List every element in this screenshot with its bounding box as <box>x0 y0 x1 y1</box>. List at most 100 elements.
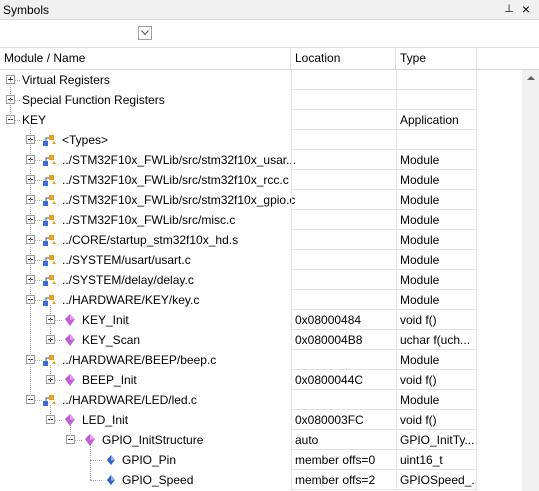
vertical-scrollbar[interactable] <box>522 70 539 491</box>
symbol-location: 0x0800044C <box>291 370 396 390</box>
chevron-down-icon <box>141 30 149 36</box>
symbol-location <box>291 170 396 190</box>
module-icon <box>42 232 58 248</box>
symbol-name: ../HARDWARE/BEEP/beep.c <box>62 353 217 367</box>
symbol-type: Module <box>396 210 477 230</box>
title-bar: Symbols ⊥ × <box>0 0 539 20</box>
tree-guide-line <box>50 405 51 420</box>
symbol-type: Module <box>396 350 477 370</box>
symbol-name: GPIO_Speed <box>122 473 194 487</box>
tree-row[interactable]: ../HARDWARE/LED/led.c Module <box>0 390 522 410</box>
tree-guide-line <box>30 200 31 220</box>
module-icon <box>42 192 58 208</box>
tree-guide-line <box>10 100 11 120</box>
tree-row[interactable]: Special Function Registers <box>0 90 522 110</box>
tree-guide-line <box>30 160 31 180</box>
tree-guide-line <box>30 125 31 140</box>
tree-row[interactable]: BEEP_Init 0x0800044C void f() <box>0 370 522 390</box>
member-icon <box>102 472 118 488</box>
symbol-location <box>291 110 396 130</box>
symbol-location <box>291 70 396 90</box>
symbol-location: member offs=0 <box>291 450 396 470</box>
tree-row[interactable]: ../CORE/startup_stm32f10x_hd.s Module <box>0 230 522 250</box>
symbol-location: member offs=2 <box>291 470 396 490</box>
symbol-location <box>291 210 396 230</box>
tree-guide-line <box>70 425 71 440</box>
symbol-location <box>291 250 396 270</box>
tree-connector <box>90 480 102 481</box>
tree-guide-line <box>30 360 31 400</box>
symbol-type <box>396 130 477 150</box>
symbol-name: GPIO_Pin <box>122 453 177 467</box>
tree-row[interactable]: KEY Application <box>0 110 522 130</box>
filter-bar <box>0 20 539 48</box>
column-header-name[interactable]: Module / Name <box>0 48 291 69</box>
module-icon <box>42 172 58 188</box>
module-icon <box>42 132 58 148</box>
symbol-name: GPIO_InitStructure <box>102 433 204 447</box>
column-header: Module / Name Location Type <box>0 48 539 70</box>
symbol-name: ../STM32F10x_FWLib/src/misc.c <box>62 213 236 227</box>
tree-guide-line <box>30 260 31 280</box>
tree-row[interactable]: GPIO_Pin member offs=0 uint16_t <box>0 450 522 470</box>
tree-row[interactable]: ../SYSTEM/delay/delay.c Module <box>0 270 522 290</box>
symbol-location: 0x080004B8 <box>291 330 396 350</box>
symbol-name: Virtual Registers <box>22 73 110 87</box>
symbol-location: auto <box>291 430 396 450</box>
tree-row[interactable]: Virtual Registers <box>0 70 522 90</box>
tree-row[interactable]: GPIO_Speed member offs=2 GPIOSpeed_... <box>0 470 522 490</box>
symbols-tree: Virtual Registers Special Function Regist… <box>0 70 522 491</box>
member-icon <box>102 452 118 468</box>
symbol-name: ../HARDWARE/LED/led.c <box>62 393 197 407</box>
symbol-type: GPIO_InitTy... <box>396 430 477 450</box>
function-icon <box>62 372 78 388</box>
symbol-type: uint16_t <box>396 450 477 470</box>
column-header-location[interactable]: Location <box>291 48 396 69</box>
symbol-type: void f() <box>396 410 477 430</box>
tree-row[interactable]: LED_Init 0x080003FC void f() <box>0 410 522 430</box>
module-icon <box>42 252 58 268</box>
tree-row[interactable]: ../HARDWARE/KEY/key.c Module <box>0 290 522 310</box>
symbol-location <box>291 270 396 290</box>
symbol-location <box>291 390 396 410</box>
column-header-filler <box>477 48 522 69</box>
module-icon <box>42 152 58 168</box>
tree-row[interactable]: ../HARDWARE/BEEP/beep.c Module <box>0 350 522 370</box>
tree-guide-line <box>30 240 31 260</box>
symbol-name: ../STM32F10x_FWLib/src/stm32f10x_rcc.c <box>62 173 289 187</box>
symbol-location: 0x08000484 <box>291 310 396 330</box>
scroll-up-arrow-icon[interactable] <box>522 70 539 87</box>
tree-guide-line <box>10 80 11 100</box>
tree-guide-line <box>50 320 51 340</box>
column-header-type[interactable]: Type <box>396 48 477 69</box>
function-icon <box>62 312 78 328</box>
symbol-type: Module <box>396 230 477 250</box>
tree-guide-line <box>90 460 91 480</box>
tree-row[interactable]: KEY_Scan 0x080004B8 uchar f(uch... <box>0 330 522 350</box>
tree-row[interactable]: KEY_Init 0x08000484 void f() <box>0 310 522 330</box>
tree-row[interactable]: GPIO_InitStructure auto GPIO_InitTy... <box>0 430 522 450</box>
symbol-location <box>291 90 396 110</box>
module-icon <box>42 212 58 228</box>
symbol-type: Module <box>396 270 477 290</box>
tree-row[interactable]: ../STM32F10x_FWLib/src/stm32f10x_rcc.c Mo… <box>0 170 522 190</box>
filter-dropdown-button[interactable] <box>138 26 152 40</box>
tree-guide-line <box>50 305 51 320</box>
close-icon[interactable]: × <box>519 1 533 17</box>
tree-guide-line <box>90 445 91 460</box>
tree-row[interactable]: <Types> <box>0 130 522 150</box>
symbol-name: ../HARDWARE/KEY/key.c <box>62 293 200 307</box>
tree-row[interactable]: ../STM32F10x_FWLib/src/stm32f10x_gpio.c M… <box>0 190 522 210</box>
tree-guide-line <box>50 365 51 380</box>
tree-guide-line <box>30 280 31 300</box>
tree-guide-line <box>30 140 31 160</box>
tree-row[interactable]: ../SYSTEM/usart/usart.c Module <box>0 250 522 270</box>
symbol-location <box>291 290 396 310</box>
symbol-name: LED_Init <box>82 413 129 427</box>
symbol-name: KEY <box>22 113 47 127</box>
tree-row[interactable]: ../STM32F10x_FWLib/src/stm32f10x_usar...… <box>0 150 522 170</box>
pin-icon[interactable]: ⊥ <box>503 2 515 16</box>
scrollbar-track[interactable] <box>523 87 538 491</box>
symbol-name: ../CORE/startup_stm32f10x_hd.s <box>62 233 239 247</box>
tree-row[interactable]: ../STM32F10x_FWLib/src/misc.c Module <box>0 210 522 230</box>
